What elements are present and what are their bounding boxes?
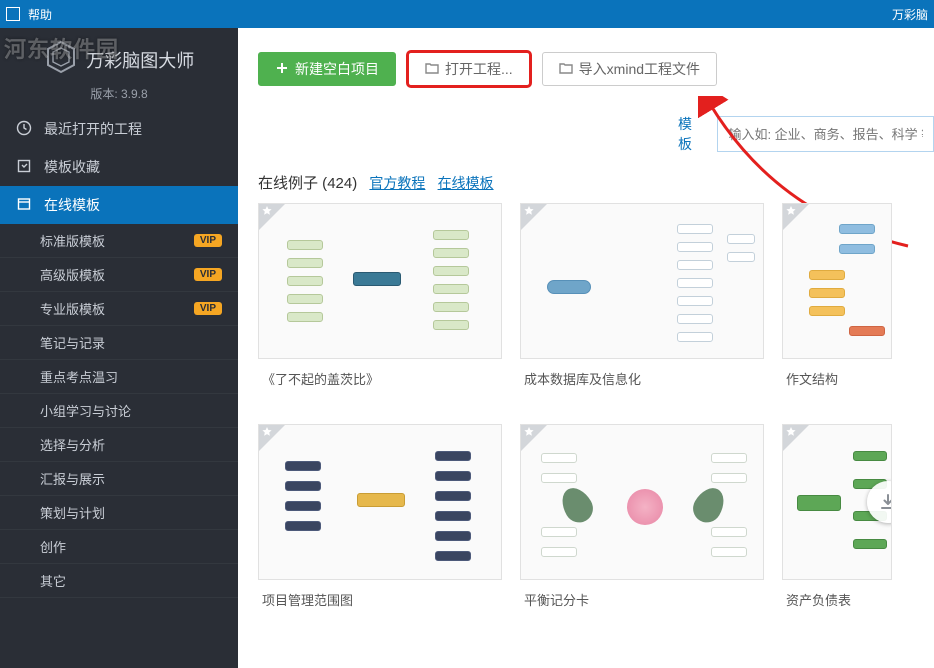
sub-label: 创作	[40, 537, 66, 556]
folder-open-icon	[425, 61, 439, 78]
app-logo-icon	[44, 40, 78, 79]
sub-label: 其它	[40, 571, 66, 590]
content-area: 新建空白项目 打开工程... 导入xmind工程文件	[238, 28, 934, 668]
brand-text: 万彩脑	[892, 6, 928, 23]
sub-label: 汇报与展示	[40, 469, 105, 488]
sidebar-sub-group-study[interactable]: 小组学习与讨论	[0, 394, 238, 428]
template-card[interactable]: 平衡记分卡	[520, 424, 764, 627]
card-title: 成本数据库及信息化	[520, 359, 764, 406]
sidebar-sub-standard[interactable]: 标准版模板 VIP	[0, 224, 238, 258]
search-label: 模板	[678, 114, 703, 154]
sidebar-sub-other[interactable]: 其它	[0, 564, 238, 598]
app-version: 版本: 3.9.8	[10, 85, 228, 102]
card-title: 《了不起的盖茨比》	[258, 359, 502, 406]
sidebar-sub-report[interactable]: 汇报与展示	[0, 462, 238, 496]
tutorial-link[interactable]: 官方教程	[369, 175, 425, 191]
sub-label: 标准版模板	[40, 231, 105, 250]
open-project-button[interactable]: 打开工程...	[408, 52, 530, 86]
help-menu[interactable]: 帮助	[28, 6, 52, 23]
titlebar: 帮助 万彩脑	[0, 0, 934, 28]
sidebar-item-favorites[interactable]: 模板收藏	[0, 148, 238, 186]
template-card[interactable]: 成本数据库及信息化	[520, 203, 764, 406]
sidebar-item-recent[interactable]: 最近打开的工程	[0, 110, 238, 148]
new-blank-button[interactable]: 新建空白项目	[258, 52, 396, 86]
sidebar-sub-advanced[interactable]: 高级版模板 VIP	[0, 258, 238, 292]
sidebar-sub-review[interactable]: 重点考点温习	[0, 360, 238, 394]
sidebar-item-online-templates[interactable]: 在线模板	[0, 186, 238, 224]
template-card[interactable]: 作文结构	[782, 203, 892, 406]
card-title: 项目管理范围图	[258, 580, 502, 627]
sidebar-sub-analysis[interactable]: 选择与分析	[0, 428, 238, 462]
sub-label: 策划与计划	[40, 503, 105, 522]
sub-label: 选择与分析	[40, 435, 105, 454]
sub-label: 专业版模板	[40, 299, 105, 318]
online-templates-link[interactable]: 在线模板	[438, 175, 494, 191]
window-icon	[6, 7, 20, 21]
toolbar: 新建空白项目 打开工程... 导入xmind工程文件	[238, 28, 934, 98]
vip-badge: VIP	[194, 234, 222, 247]
sub-label: 重点考点温习	[40, 367, 118, 386]
download-icon	[878, 492, 892, 512]
sidebar-sub-create[interactable]: 创作	[0, 530, 238, 564]
card-title: 资产负债表	[782, 580, 892, 627]
sidebar-sub-notes[interactable]: 笔记与记录	[0, 326, 238, 360]
template-icon	[16, 196, 32, 215]
search-area: 模板	[678, 114, 934, 154]
template-card[interactable]: 《了不起的盖茨比》	[258, 203, 502, 406]
clock-icon	[16, 120, 32, 139]
template-card[interactable]: 项目管理范围图	[258, 424, 502, 627]
search-input[interactable]	[717, 116, 934, 152]
card-title: 平衡记分卡	[520, 580, 764, 627]
sidebar-sub-professional[interactable]: 专业版模板 VIP	[0, 292, 238, 326]
sidebar: 河东软件园 万彩脑图大师 版本: 3.9.8 最近打开的工程 模板收藏	[0, 28, 238, 668]
examples-heading: 在线例子 (424) 官方教程 在线模板	[238, 166, 934, 203]
import-xmind-button[interactable]: 导入xmind工程文件	[542, 52, 717, 86]
bookmark-icon	[16, 158, 32, 177]
sub-label: 高级版模板	[40, 265, 105, 284]
vip-badge: VIP	[194, 302, 222, 315]
folder-import-icon	[559, 61, 573, 78]
sidebar-sub-planning[interactable]: 策划与计划	[0, 496, 238, 530]
plus-icon	[275, 61, 289, 78]
app-name: 万彩脑图大师	[86, 47, 194, 73]
sidebar-item-label: 最近打开的工程	[44, 119, 142, 139]
sidebar-item-label: 在线模板	[44, 195, 100, 215]
vip-badge: VIP	[194, 268, 222, 281]
sidebar-item-label: 模板收藏	[44, 157, 100, 177]
sub-label: 笔记与记录	[40, 333, 105, 352]
sub-label: 小组学习与讨论	[40, 401, 131, 420]
template-grid: 《了不起的盖茨比》	[238, 203, 934, 627]
card-title: 作文结构	[782, 359, 892, 406]
logo-area: 河东软件园 万彩脑图大师 版本: 3.9.8	[0, 28, 238, 110]
template-card[interactable]: 资产负债表	[782, 424, 892, 627]
